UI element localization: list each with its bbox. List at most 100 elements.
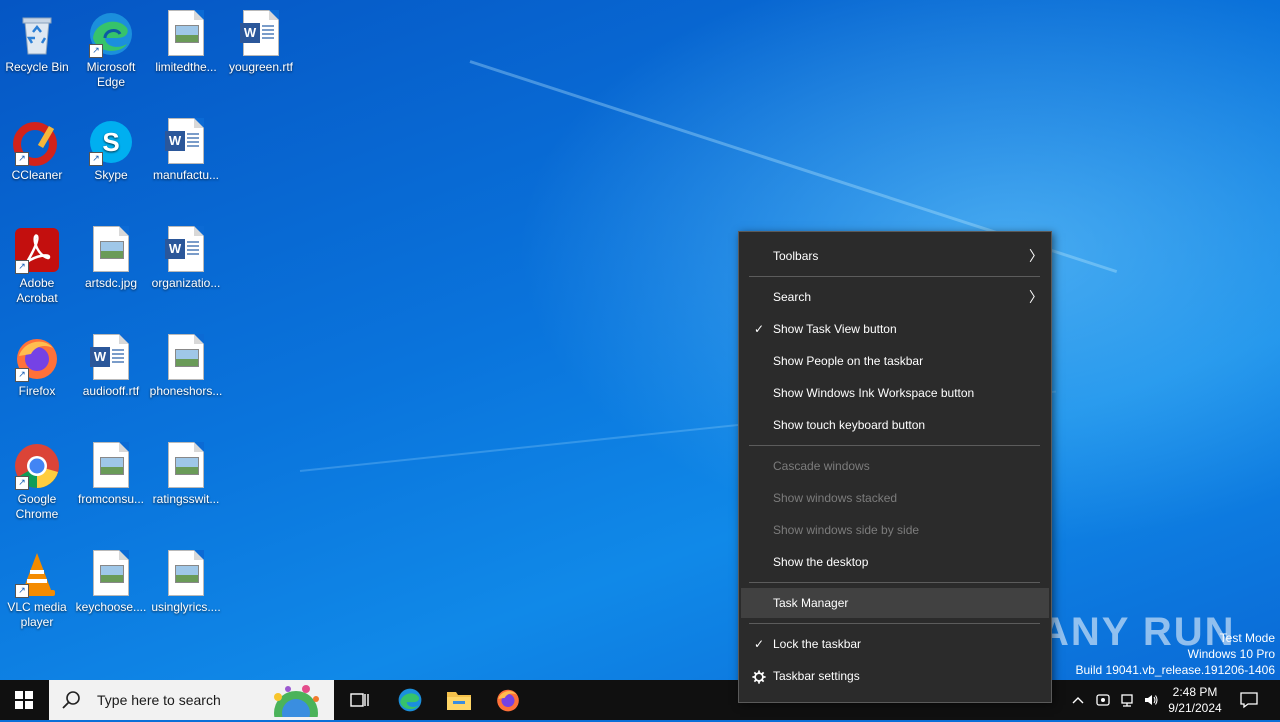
image-file-icon bbox=[87, 226, 135, 274]
menu-separator bbox=[749, 445, 1040, 446]
desktop-icon-google-chrome[interactable]: ↗ Google Chrome bbox=[0, 436, 74, 522]
desktop-icon-fromconsu[interactable]: fromconsu... bbox=[74, 436, 148, 507]
start-button[interactable] bbox=[0, 680, 48, 720]
menu-item-toolbars[interactable]: Toolbars 〉 bbox=[741, 241, 1049, 271]
shortcut-arrow-icon: ↗ bbox=[15, 476, 29, 490]
desktop-icon-phoneshors[interactable]: phoneshors... bbox=[149, 328, 223, 399]
desktop-icon-organizatio[interactable]: W organizatio... bbox=[149, 220, 223, 291]
menu-item-task-manager[interactable]: Task Manager bbox=[741, 588, 1049, 618]
menu-separator bbox=[749, 276, 1040, 277]
windows-logo-icon bbox=[15, 691, 33, 709]
menu-item-show-touch-keyboard[interactable]: Show touch keyboard button bbox=[741, 410, 1049, 440]
word-doc-icon: W bbox=[237, 10, 285, 58]
shortcut-arrow-icon: ↗ bbox=[15, 260, 29, 274]
desktop-icon-recycle-bin[interactable]: Recycle Bin bbox=[0, 4, 74, 75]
taskbar-file-explorer-button[interactable] bbox=[435, 680, 483, 720]
desktop-icon-manufactu[interactable]: W manufactu... bbox=[149, 112, 223, 183]
task-view-button[interactable] bbox=[336, 680, 384, 720]
search-highlight-illustration-icon bbox=[260, 683, 330, 722]
desktop-icon-microsoft-edge[interactable]: ↗ Microsoft Edge bbox=[74, 4, 148, 90]
clock-time: 2:48 PM bbox=[1172, 685, 1218, 699]
show-hidden-icons-button[interactable] bbox=[1068, 680, 1088, 720]
tray-network-button[interactable] bbox=[1116, 680, 1138, 720]
clock-date: 9/21/2024 bbox=[1168, 701, 1222, 715]
skype-icon: S ↗ bbox=[87, 118, 135, 166]
desktop-icon-yougreen[interactable]: W yougreen.rtf bbox=[224, 4, 298, 75]
windows-edition-label: Windows 10 Pro bbox=[1187, 647, 1275, 661]
test-mode-label: Test Mode bbox=[1219, 631, 1275, 645]
speaker-icon bbox=[1145, 695, 1158, 705]
menu-item-windows-stacked: Show windows stacked bbox=[773, 491, 898, 505]
word-doc-icon: W bbox=[87, 334, 135, 382]
chevron-up-icon bbox=[1072, 697, 1084, 704]
network-icon bbox=[1121, 694, 1133, 707]
shortcut-arrow-icon: ↗ bbox=[89, 152, 103, 166]
desktop-icon-firefox[interactable]: ↗ Firefox bbox=[0, 328, 74, 399]
desktop-icon-artsdc[interactable]: artsdc.jpg bbox=[74, 220, 148, 291]
menu-item-cascade-windows: Cascade windows bbox=[773, 459, 870, 473]
menu-item-show-people[interactable]: Show People on the taskbar bbox=[741, 346, 1049, 376]
desktop-icon-skype[interactable]: S ↗ Skype bbox=[74, 112, 148, 183]
menu-item-search[interactable]: Search 〉 bbox=[741, 282, 1049, 312]
shortcut-arrow-icon: ↗ bbox=[15, 368, 29, 382]
chevron-right-icon: 〉 bbox=[1029, 289, 1043, 305]
word-doc-icon: W bbox=[162, 226, 210, 274]
checkmark-icon: ✓ bbox=[753, 322, 765, 336]
ccleaner-icon: ↗ bbox=[13, 118, 61, 166]
menu-item-show-task-view[interactable]: ✓ Show Task View button bbox=[741, 314, 1049, 344]
tray-clock[interactable]: 2:48 PM 9/21/2024 bbox=[1164, 680, 1226, 720]
taskbar-search-box[interactable]: Type here to search bbox=[49, 680, 334, 722]
menu-item-windows-side-by-side: Show windows side by side bbox=[773, 523, 920, 537]
shortcut-arrow-icon: ↗ bbox=[15, 152, 29, 166]
desktop-icon-vlc[interactable]: ↗ VLC media player bbox=[0, 544, 74, 630]
vlc-icon: ↗ bbox=[13, 550, 61, 598]
image-file-icon bbox=[87, 442, 135, 490]
menu-item-taskbar-settings[interactable]: Taskbar settings bbox=[741, 661, 1049, 691]
desktop-icon-usinglyrics[interactable]: usinglyrics.... bbox=[149, 544, 223, 615]
desktop-icon-ccleaner[interactable]: ↗ CCleaner bbox=[0, 112, 74, 183]
checkmark-icon: ✓ bbox=[753, 637, 765, 651]
firefox-icon: ↗ bbox=[13, 334, 61, 382]
menu-item-lock-taskbar[interactable]: ✓ Lock the taskbar bbox=[741, 629, 1049, 659]
search-placeholder: Type here to search bbox=[97, 692, 221, 708]
acrobat-icon: ↗ bbox=[13, 226, 61, 274]
desktop-icon-ratingsswit[interactable]: ratingsswit... bbox=[149, 436, 223, 507]
menu-separator bbox=[749, 623, 1040, 624]
task-view-icon bbox=[350, 693, 369, 707]
desktop-icon-adobe-acrobat[interactable]: ↗ Adobe Acrobat bbox=[0, 220, 74, 306]
image-file-icon bbox=[87, 550, 135, 598]
desktop-icon-limitedthe[interactable]: limitedthe... bbox=[149, 4, 223, 75]
image-file-icon bbox=[162, 550, 210, 598]
system-info: Test Mode Windows 10 Pro Build 19041.vb_… bbox=[1076, 630, 1276, 678]
word-doc-icon: W bbox=[162, 118, 210, 166]
chevron-right-icon: 〉 bbox=[1029, 248, 1043, 264]
taskbar[interactable]: Type here to search 2:48 PM 9/21/2024 bbox=[0, 680, 1280, 722]
file-explorer-icon bbox=[447, 692, 471, 710]
meet-now-icon bbox=[1096, 694, 1110, 706]
menu-item-show-ink-workspace[interactable]: Show Windows Ink Workspace button bbox=[741, 378, 1049, 408]
menu-item-show-desktop[interactable]: Show the desktop bbox=[741, 547, 1049, 577]
action-center-button[interactable] bbox=[1234, 680, 1264, 720]
edge-icon: ↗ bbox=[87, 10, 135, 58]
menu-separator bbox=[749, 582, 1040, 583]
desktop[interactable]: Recycle Bin ↗ CCleaner ↗ Adobe Acrobat ↗… bbox=[0, 0, 1280, 680]
recycle-bin-icon bbox=[13, 10, 61, 58]
image-file-icon bbox=[162, 10, 210, 58]
shortcut-arrow-icon: ↗ bbox=[15, 584, 29, 598]
chrome-icon: ↗ bbox=[13, 442, 61, 490]
image-file-icon bbox=[162, 442, 210, 490]
desktop-icon-keychoose[interactable]: keychoose.... bbox=[74, 544, 148, 615]
image-file-icon bbox=[162, 334, 210, 382]
svg-text:S: S bbox=[102, 127, 119, 157]
edge-icon bbox=[398, 688, 422, 712]
taskbar-edge-button[interactable] bbox=[386, 680, 434, 720]
firefox-icon bbox=[497, 689, 519, 712]
desktop-icon-audiooff[interactable]: W audiooff.rtf bbox=[74, 328, 148, 399]
tray-meet-now-button[interactable] bbox=[1092, 680, 1114, 720]
notification-icon bbox=[1240, 692, 1258, 709]
taskbar-context-menu: Toolbars 〉 Search 〉 ✓ Show Task View but… bbox=[738, 231, 1052, 703]
build-label: Build 19041.vb_release.191206-1406 bbox=[1075, 663, 1276, 677]
tray-volume-button[interactable] bbox=[1140, 680, 1162, 720]
search-icon bbox=[61, 689, 83, 711]
taskbar-firefox-button[interactable] bbox=[484, 680, 532, 720]
